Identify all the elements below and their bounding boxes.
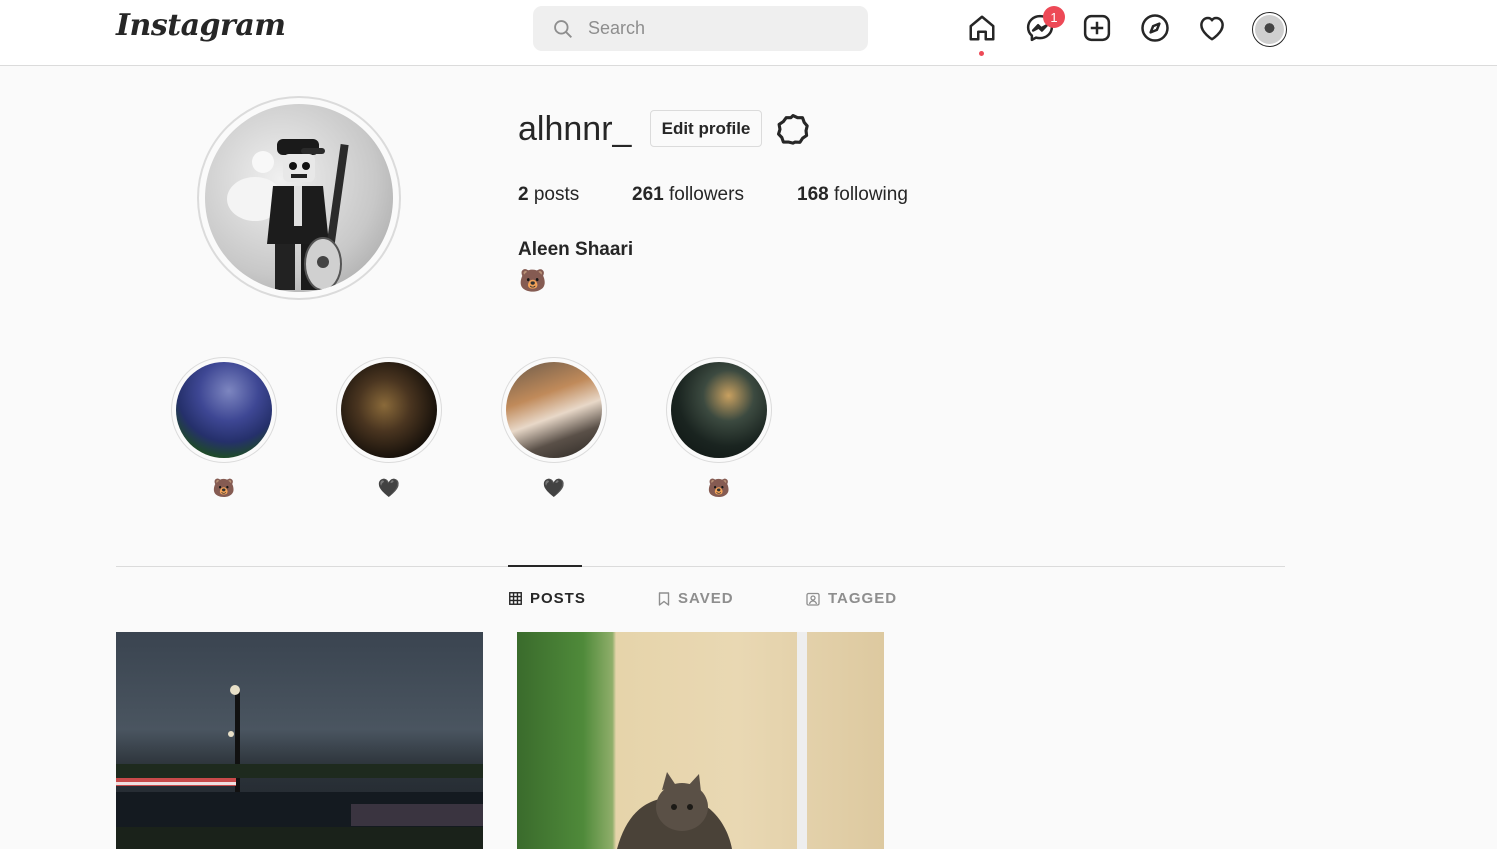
profile-picture[interactable] bbox=[197, 96, 401, 300]
profile-avatar-button[interactable] bbox=[1252, 12, 1287, 47]
tab-posts-label: POSTS bbox=[530, 590, 586, 607]
profile-bio: 🐻 bbox=[519, 268, 547, 293]
add-square-icon bbox=[1083, 14, 1111, 42]
activity-button[interactable] bbox=[1196, 12, 1228, 44]
avatar bbox=[1255, 15, 1284, 44]
top-nav-bar: Instagram Search 1 bbox=[0, 0, 1497, 66]
settings-icon[interactable] bbox=[776, 112, 810, 146]
tab-saved-label: SAVED bbox=[678, 590, 734, 607]
highlight-image bbox=[671, 362, 767, 458]
bookmark-icon bbox=[658, 591, 670, 606]
highlight-cover[interactable] bbox=[336, 357, 442, 463]
profile-full-name: Aleen Shaari bbox=[518, 239, 634, 260]
home-icon bbox=[969, 15, 995, 41]
heart-icon bbox=[1200, 16, 1224, 41]
post-thumbnail[interactable] bbox=[517, 632, 884, 849]
search-icon bbox=[554, 20, 572, 38]
post-image-lakeside-night bbox=[116, 685, 483, 849]
highlight-label: 🐻 bbox=[707, 478, 731, 498]
tab-tagged[interactable]: TAGGED bbox=[806, 590, 897, 607]
tab-saved[interactable]: SAVED bbox=[658, 590, 734, 607]
following-label: following bbox=[833, 184, 908, 205]
tagged-icon bbox=[806, 592, 820, 606]
highlight-label: 🖤 bbox=[377, 478, 401, 498]
highlight-item[interactable]: 🖤 bbox=[501, 357, 607, 499]
edit-profile-button[interactable]: Edit profile bbox=[650, 110, 762, 147]
compass-icon bbox=[1141, 14, 1169, 42]
followers-label: followers bbox=[668, 184, 744, 205]
grid-icon bbox=[509, 592, 522, 605]
highlight-cover[interactable] bbox=[501, 357, 607, 463]
tab-posts[interactable]: POSTS bbox=[509, 590, 586, 607]
followers-count: 261 bbox=[632, 184, 664, 205]
search-placeholder: Search bbox=[588, 18, 646, 38]
post-image-cat bbox=[617, 632, 807, 849]
profile-photo bbox=[205, 104, 393, 292]
messages-badge: 1 bbox=[1043, 6, 1065, 28]
highlight-label: 🖤 bbox=[542, 478, 566, 498]
home-button[interactable] bbox=[966, 12, 998, 44]
post-thumbnail[interactable] bbox=[116, 632, 483, 849]
tabs-divider bbox=[116, 566, 1285, 567]
highlight-image bbox=[341, 362, 437, 458]
highlight-item[interactable]: 🐻 bbox=[171, 357, 277, 499]
following-stat[interactable]: 168 following bbox=[797, 184, 908, 206]
new-post-button[interactable] bbox=[1081, 12, 1113, 44]
search-input[interactable]: Search bbox=[533, 6, 868, 51]
following-count: 168 bbox=[797, 184, 829, 205]
highlight-cover[interactable] bbox=[171, 357, 277, 463]
highlight-cover[interactable] bbox=[666, 357, 772, 463]
instagram-logo[interactable]: Instagram bbox=[116, 8, 286, 43]
followers-stat[interactable]: 261 followers bbox=[632, 184, 744, 206]
active-indicator-dot bbox=[979, 51, 984, 56]
highlight-image bbox=[176, 362, 272, 458]
posts-stat: 2 posts bbox=[518, 184, 579, 206]
highlight-label: 🐻 bbox=[212, 478, 236, 498]
lego-figure-illustration bbox=[227, 139, 349, 291]
highlight-image bbox=[506, 362, 602, 458]
profile-username: alhnnr_ bbox=[518, 110, 632, 148]
active-tab-indicator bbox=[508, 565, 582, 567]
highlight-item[interactable]: 🐻 bbox=[666, 357, 772, 499]
explore-button[interactable] bbox=[1139, 12, 1171, 44]
highlight-item[interactable]: 🖤 bbox=[336, 357, 442, 499]
posts-count: 2 bbox=[518, 184, 529, 205]
posts-label: posts bbox=[533, 184, 580, 205]
tab-tagged-label: TAGGED bbox=[828, 590, 898, 607]
